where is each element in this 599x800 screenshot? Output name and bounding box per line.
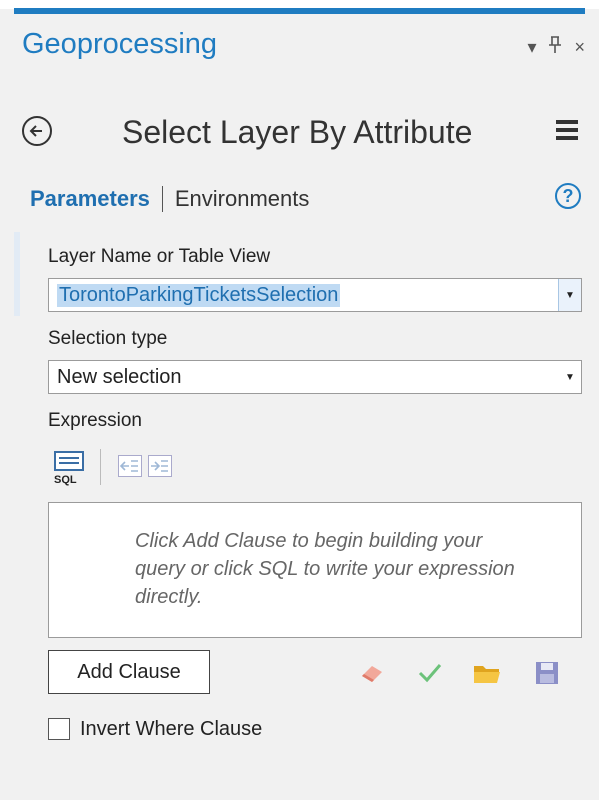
selection-type-value: New selection [57, 366, 182, 388]
hamburger-menu-icon[interactable] [556, 120, 578, 144]
pane-title: Geoprocessing [22, 28, 218, 60]
expression-hint: Click Add Clause to begin building your … [135, 530, 515, 608]
save-icon[interactable] [534, 660, 560, 691]
layer-name-value: TorontoParkingTicketsSelection [57, 284, 341, 307]
layer-name-label: Layer Name or Table View [48, 246, 271, 267]
tab-separator [161, 186, 163, 212]
active-param-indicator [14, 232, 20, 316]
expression-builder[interactable]: Click Add Clause to begin building your … [48, 502, 582, 638]
layer-name-select[interactable]: TorontoParkingTicketsSelection ▼ [48, 278, 582, 312]
invert-where-label[interactable]: Invert Where Clause [80, 718, 262, 741]
verify-check-icon[interactable] [416, 660, 444, 691]
close-icon[interactable]: × [574, 38, 585, 56]
eraser-icon[interactable] [358, 660, 388, 691]
pane-controls: ▾ × [527, 36, 585, 57]
indent-icon[interactable] [148, 455, 172, 477]
pin-icon[interactable] [548, 36, 562, 57]
selection-type-label: Selection type [48, 328, 168, 349]
dropdown-arrow-icon[interactable]: ▼ [558, 279, 581, 311]
expression-label: Expression [48, 410, 142, 431]
back-arrow-icon[interactable] [22, 116, 52, 146]
tab-environments[interactable]: Environments [175, 186, 310, 212]
svg-text:SQL: SQL [54, 474, 77, 486]
help-icon[interactable]: ? [555, 183, 581, 209]
add-clause-button[interactable]: Add Clause [48, 650, 210, 694]
dropdown-arrow-icon[interactable]: ▾ [527, 38, 536, 56]
tab-parameters[interactable]: Parameters [30, 186, 150, 212]
toolbar-separator [100, 449, 101, 485]
selection-type-select[interactable]: New selection ▼ [48, 360, 582, 394]
open-folder-icon[interactable] [472, 660, 502, 691]
outdent-icon[interactable] [118, 455, 142, 477]
dropdown-arrow-icon[interactable]: ▼ [559, 361, 581, 393]
pane-top-border [0, 0, 599, 14]
tab-bar: Parameters Environments [30, 186, 309, 212]
tool-header: Select Layer By Attribute [22, 110, 582, 162]
invert-where-checkbox[interactable] [48, 718, 70, 740]
sql-icon[interactable]: SQL [52, 450, 88, 486]
tool-title: Select Layer By Attribute [122, 114, 473, 150]
